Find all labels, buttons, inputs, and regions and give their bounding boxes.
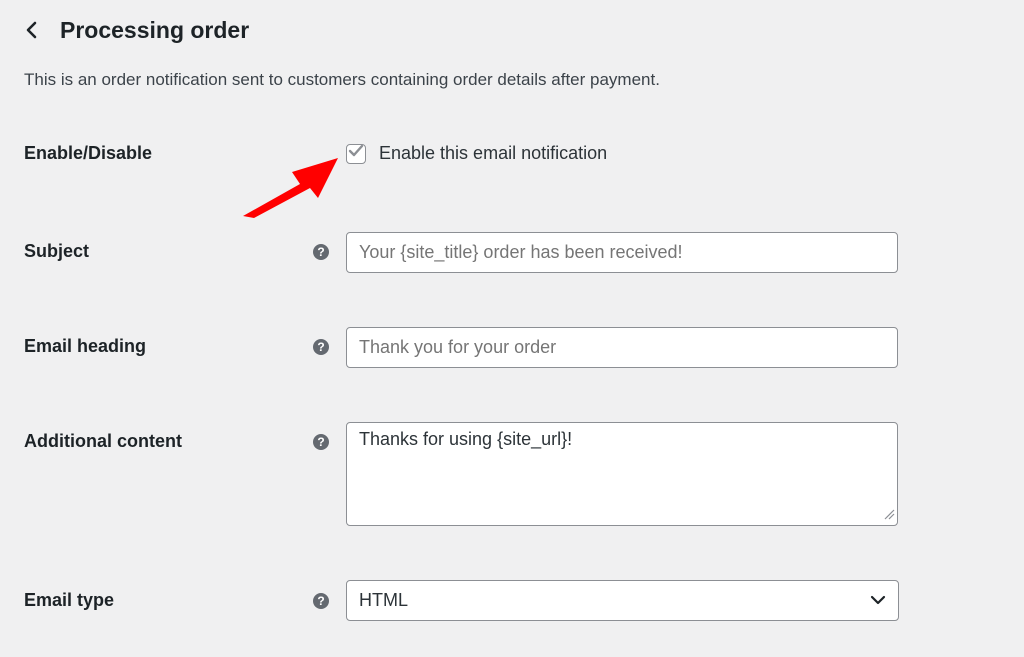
page-title: Processing order (60, 16, 250, 43)
page-description: This is an order notification sent to cu… (24, 70, 660, 89)
checkmark-icon (348, 144, 364, 163)
email-heading-help-icon[interactable]: ? (313, 339, 329, 355)
enable-disable-label: Enable/Disable (24, 143, 153, 163)
enable-notification-label[interactable]: Enable this email notification (379, 143, 607, 164)
additional-content-help-icon[interactable]: ? (313, 434, 329, 450)
chevron-down-icon (870, 592, 886, 610)
back-button[interactable] (24, 12, 52, 48)
subject-label: Subject (24, 241, 90, 261)
chevron-left-icon[interactable] (24, 20, 38, 40)
email-type-select[interactable]: HTML (346, 580, 899, 621)
additional-content-label: Additional content (24, 431, 182, 451)
enable-notification-checkbox[interactable] (346, 143, 366, 164)
email-type-help-icon[interactable]: ? (313, 593, 329, 609)
annotation-arrow-icon (238, 150, 348, 225)
additional-content-textarea[interactable]: Thanks for using {site_url}! (346, 422, 898, 526)
email-heading-input[interactable] (346, 327, 898, 368)
enable-notification-toggle[interactable]: Enable this email notification (346, 143, 607, 164)
email-type-label: Email type (24, 590, 115, 610)
email-type-selected-value: HTML (359, 590, 408, 610)
page-header: Processing order (24, 12, 249, 48)
subject-help-icon[interactable]: ? (313, 244, 329, 260)
email-heading-label: Email heading (24, 336, 147, 356)
resize-handle-icon[interactable] (883, 507, 895, 520)
subject-input[interactable] (346, 232, 898, 273)
